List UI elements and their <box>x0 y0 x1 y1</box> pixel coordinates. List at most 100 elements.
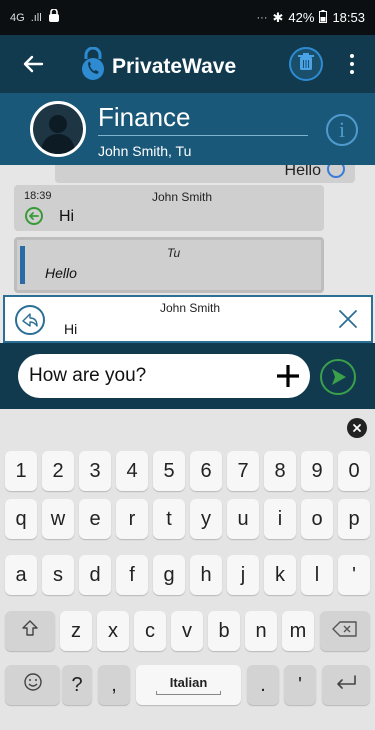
key-7[interactable]: 7 <box>227 451 259 491</box>
back-arrow-icon[interactable] <box>18 49 48 79</box>
more-options-icon[interactable] <box>343 49 361 79</box>
enter-key[interactable] <box>322 665 370 705</box>
read-check-icon <box>327 165 345 178</box>
message-text: Hi <box>59 208 75 225</box>
key-r[interactable]: r <box>116 499 148 539</box>
quote-text: Hello <box>45 265 77 281</box>
key-v[interactable]: v <box>171 611 203 651</box>
avatar[interactable] <box>30 101 86 157</box>
reply-text: Hi <box>64 321 78 337</box>
brand-name: PrivateWave <box>112 54 237 78</box>
quote-sender: Tu <box>167 246 181 260</box>
composer-bar <box>0 343 375 409</box>
key-w[interactable]: w <box>42 499 74 539</box>
key-quote[interactable]: ' <box>284 665 316 705</box>
reply-icon <box>15 305 45 335</box>
group-members: John Smith, Tu <box>98 143 192 159</box>
message-text: Hello <box>284 165 321 179</box>
key-4[interactable]: 4 <box>116 451 148 491</box>
key-x[interactable]: x <box>97 611 129 651</box>
key-c[interactable]: c <box>134 611 166 651</box>
trash-icon <box>298 52 314 76</box>
chat-area[interactable]: Hello 18:39 John Smith Hi Tu Hello <box>0 165 375 295</box>
message-sender: John Smith <box>152 190 213 204</box>
key-p[interactable]: p <box>338 499 370 539</box>
key-question[interactable]: ? <box>62 665 92 705</box>
space-bar-label: Italian <box>169 674 208 690</box>
battery-percent: 42% <box>288 10 315 25</box>
title-divider <box>98 135 308 136</box>
key-period[interactable]: . <box>247 665 279 705</box>
key-8[interactable]: 8 <box>264 451 296 491</box>
status-bar: 4G .ıll ··· ✱ 42% 18:53 <box>0 0 375 35</box>
shift-icon <box>21 619 39 643</box>
key-a[interactable]: a <box>5 555 37 595</box>
screen: 4G .ıll ··· ✱ 42% 18:53 PrivateWave Fina… <box>0 0 375 730</box>
key-n[interactable]: n <box>245 611 277 651</box>
emoji-key[interactable] <box>5 665 60 705</box>
key-0[interactable]: 0 <box>338 451 370 491</box>
info-icon[interactable]: i <box>326 114 358 146</box>
key-1[interactable]: 1 <box>5 451 37 491</box>
incoming-message[interactable]: 18:39 John Smith Hi <box>14 185 324 231</box>
key-apostrophe[interactable]: ' <box>338 555 370 595</box>
key-j[interactable]: j <box>227 555 259 595</box>
app-bar: PrivateWave <box>0 35 375 93</box>
clock: 18:53 <box>332 10 365 25</box>
keyboard-close-icon[interactable] <box>347 418 367 438</box>
quoted-message[interactable]: Tu Hello <box>14 237 324 293</box>
key-l[interactable]: l <box>301 555 333 595</box>
key-t[interactable]: t <box>153 499 185 539</box>
network-indicator: 4G <box>10 11 25 24</box>
backspace-icon <box>332 620 358 643</box>
delete-button[interactable] <box>289 47 323 81</box>
message-time: 18:39 <box>24 190 52 202</box>
keyboard: 1 2 3 4 5 6 7 8 9 0 q w e r t y u i o p … <box>0 409 375 730</box>
signal-icon: .ıll <box>30 11 42 24</box>
space-bar-indicator <box>156 691 221 695</box>
emoji-icon <box>23 672 43 698</box>
close-reply-icon[interactable] <box>335 306 361 332</box>
app-notification-icon <box>48 8 60 26</box>
key-k[interactable]: k <box>264 555 296 595</box>
key-d[interactable]: d <box>79 555 111 595</box>
key-comma[interactable]: , <box>98 665 130 705</box>
key-g[interactable]: g <box>153 555 185 595</box>
overflow-dots: ··· <box>256 11 268 24</box>
key-o[interactable]: o <box>301 499 333 539</box>
key-2[interactable]: 2 <box>42 451 74 491</box>
shift-key[interactable] <box>5 611 55 651</box>
quote-bar <box>20 246 25 284</box>
group-title: Finance <box>98 102 191 132</box>
send-button[interactable] <box>320 359 356 395</box>
message-input[interactable] <box>18 354 310 398</box>
attach-plus-icon[interactable] <box>272 360 304 392</box>
key-y[interactable]: y <box>190 499 222 539</box>
privatewave-logo-icon <box>80 46 106 86</box>
key-i[interactable]: i <box>264 499 296 539</box>
battery-icon <box>319 9 328 26</box>
key-s[interactable]: s <box>42 555 74 595</box>
outgoing-message[interactable]: Hello <box>55 165 355 183</box>
backspace-key[interactable] <box>320 611 370 651</box>
group-header: Finance John Smith, Tu i <box>0 93 375 165</box>
space-bar[interactable]: Italian <box>136 665 241 705</box>
key-f[interactable]: f <box>116 555 148 595</box>
bluetooth-icon: ✱ <box>272 9 284 25</box>
reply-preview: John Smith Hi <box>3 295 373 343</box>
brand: PrivateWave <box>80 46 237 86</box>
key-z[interactable]: z <box>60 611 92 651</box>
key-b[interactable]: b <box>208 611 240 651</box>
key-9[interactable]: 9 <box>301 451 333 491</box>
key-q[interactable]: q <box>5 499 37 539</box>
enter-icon <box>334 674 358 697</box>
key-6[interactable]: 6 <box>190 451 222 491</box>
key-e[interactable]: e <box>79 499 111 539</box>
key-5[interactable]: 5 <box>153 451 185 491</box>
key-h[interactable]: h <box>190 555 222 595</box>
reply-sender: John Smith <box>160 301 221 315</box>
key-u[interactable]: u <box>227 499 259 539</box>
key-3[interactable]: 3 <box>79 451 111 491</box>
key-m[interactable]: m <box>282 611 314 651</box>
incoming-arrow-icon <box>25 207 43 225</box>
